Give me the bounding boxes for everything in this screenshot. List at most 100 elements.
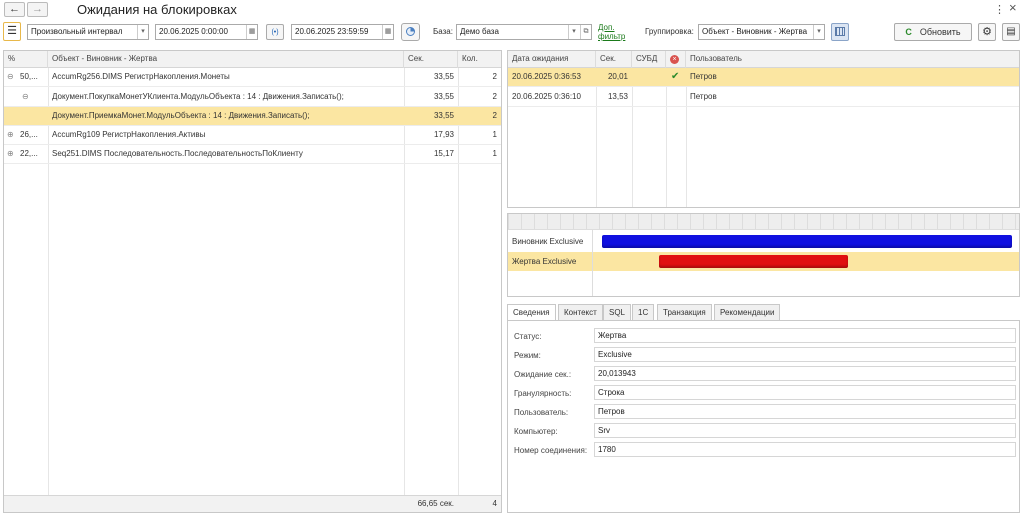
user-field[interactable]: Петров [594, 404, 1016, 419]
check-icon: ✔ [671, 71, 680, 82]
extra-filter-line1: Доп. [598, 23, 615, 32]
status-label: Статус: [514, 332, 542, 341]
expand-icon[interactable]: ⊕ [7, 145, 14, 163]
row-percent: 26,... [20, 130, 38, 139]
col-error[interactable]: × [666, 51, 686, 68]
timeline-row-victim[interactable]: Жертва Exclusive [508, 252, 1019, 271]
table-row[interactable]: ⊕ 26,... AccumRg109 РегистрНакопления.Ак… [4, 126, 501, 145]
status-field[interactable]: Жертва [594, 328, 1016, 343]
table-row[interactable]: ⊖ Документ.ПокупкаМонетУКлиента.МодульОб… [4, 88, 501, 107]
footer-count: 4 [492, 499, 497, 508]
grouping-select[interactable]: Объект - Виновник - Жертва ▾ [698, 24, 825, 40]
period-button[interactable]: (•) [266, 24, 284, 40]
row-sec: 33,55 [433, 111, 454, 120]
timeline-row-culprit[interactable]: Виновник Exclusive [508, 232, 1019, 251]
connection-field[interactable]: 1780 [594, 442, 1016, 457]
base-select[interactable]: Демо база ▾ ⧉ [456, 24, 592, 40]
waits-table[interactable]: Дата ожидания Сек. СУБД × Пользователь 2… [507, 50, 1020, 208]
col-percent[interactable]: % [4, 51, 48, 68]
row-object: Seq251.DIMS Последовательность.Последова… [52, 149, 303, 158]
refresh-button[interactable]: C Обновить [894, 23, 972, 41]
extra-filter-line2: фильтр [598, 32, 626, 41]
row-percent: 22,... [20, 149, 38, 158]
chevron-down-icon[interactable]: ▾ [568, 25, 579, 39]
tab-context[interactable]: Контекст [558, 304, 603, 320]
wait-date: 20.06.2025 0:36:53 [512, 72, 581, 81]
collapse-icon[interactable]: ⊖ [7, 68, 14, 86]
victim-bar[interactable] [659, 255, 848, 268]
collapse-icon[interactable]: ⊖ [22, 88, 29, 106]
settings-button[interactable]: ⚙ [978, 23, 996, 41]
col-sec[interactable]: Сек. [404, 51, 458, 68]
calendar-icon[interactable]: ▦ [382, 25, 393, 39]
col-wait-sec[interactable]: Сек. [596, 51, 632, 68]
details-body: Статус: Жертва Режим: Exclusive Ожидание… [507, 320, 1020, 513]
interval-value: Произвольный интервал [31, 27, 123, 36]
close-button[interactable]: × [1009, 0, 1017, 15]
table-row[interactable]: ⊕ 22,... Seq251.DIMS Последовательность.… [4, 145, 501, 164]
user-label: Пользователь: [514, 408, 569, 417]
col-wait-date[interactable]: Дата ожидания [508, 51, 596, 68]
wait-row-selected[interactable]: 20.06.2025 0:36:53 20,01 ✔ Петров [508, 68, 1019, 87]
granularity-label: Гранулярность: [514, 389, 572, 398]
calendar-icon[interactable]: ▦ [246, 25, 257, 39]
page-title: Ожидания на блокировках [77, 2, 237, 17]
date-to-field[interactable]: 20.06.2025 23:59:59 ▦ [291, 24, 394, 40]
kebab-icon: ⋮ [994, 4, 1005, 16]
tab-transaction[interactable]: Транзакция [657, 304, 712, 320]
forward-button[interactable]: → [27, 2, 48, 17]
col-object[interactable]: Объект - Виновник - Жертва [48, 51, 404, 68]
settings-grid-button[interactable] [831, 23, 849, 41]
row-object: AccumRg256.DIMS РегистрНакопления.Монеты [52, 72, 230, 81]
culprit-bar[interactable] [602, 235, 1012, 248]
tab-sql[interactable]: SQL [603, 304, 632, 320]
row-object: Документ.ПриемкаМонет.МодульОбъекта : 14… [52, 111, 310, 120]
pie-chart-icon [406, 27, 415, 36]
wait-sec-field[interactable]: 20,013943 [594, 366, 1016, 381]
back-button[interactable]: ← [4, 2, 25, 17]
tab-info[interactable]: Сведения [507, 304, 556, 321]
date-from-field[interactable]: 20.06.2025 0:00:00 ▦ [155, 24, 258, 40]
connection-label: Номер соединения: [514, 446, 588, 455]
base-label: База: [433, 27, 453, 36]
tab-recommendations[interactable]: Рекомендации [714, 304, 781, 320]
row-sec: 33,55 [433, 92, 454, 101]
row-sec: 15,17 [433, 149, 454, 158]
table-row-selected[interactable]: Документ.ПриемкаМонет.МодульОбъекта : 14… [4, 107, 501, 126]
lock-timeline: Виновник Exclusive Жертва Exclusive [507, 213, 1020, 297]
extra-filter-link[interactable]: Доп. фильтр [598, 23, 625, 41]
col-count[interactable]: Кол. [458, 51, 503, 68]
details-tabs: Сведения Контекст SQL 1С Транзакция Реко… [507, 304, 1020, 321]
refresh-icon: C [905, 27, 912, 37]
open-icon[interactable]: ⧉ [580, 25, 591, 39]
calculator-icon: ▤ [1006, 26, 1016, 37]
refresh-label: Обновить [919, 27, 961, 37]
row-count: 2 [492, 72, 497, 81]
wait-user: Петров [690, 92, 717, 101]
computer-field[interactable]: Srv [594, 423, 1016, 438]
interval-select[interactable]: Произвольный интервал ▾ [27, 24, 149, 40]
expand-icon[interactable]: ⊕ [7, 126, 14, 144]
calculator-button[interactable]: ▤ [1002, 23, 1020, 41]
table-row[interactable]: ⊖ 50,... AccumRg256.DIMS РегистрНакоплен… [4, 68, 501, 87]
waits-header: Дата ожидания Сек. СУБД × Пользователь [508, 51, 1019, 68]
locks-table[interactable]: % Объект - Виновник - Жертва Сек. Кол. ⊖… [3, 50, 502, 513]
wait-row[interactable]: 20.06.2025 0:36:10 13,53 Петров [508, 88, 1019, 107]
table-header: % Объект - Виновник - Жертва Сек. Кол. [4, 51, 501, 68]
mode-field[interactable]: Exclusive [594, 347, 1016, 362]
row-count: 2 [492, 111, 497, 120]
col-dbms[interactable]: СУБД [632, 51, 666, 68]
tab-1c[interactable]: 1С [632, 304, 655, 320]
more-menu-button[interactable]: ⋮ [994, 3, 1005, 16]
chart-button[interactable] [401, 23, 420, 41]
chevron-down-icon[interactable]: ▾ [813, 25, 824, 39]
timeline-label: Виновник Exclusive [512, 237, 584, 246]
col-user[interactable]: Пользователь [686, 51, 1021, 68]
grouping-value: Объект - Виновник - Жертва [702, 27, 808, 36]
footer-sec: 66,65 сек. [417, 499, 454, 508]
granularity-field[interactable]: Строка [594, 385, 1016, 400]
menu-button[interactable]: ☰ [3, 22, 21, 41]
chevron-down-icon[interactable]: ▾ [137, 25, 148, 39]
wait-sec-label: Ожидание сек.: [514, 370, 572, 379]
row-object: Документ.ПокупкаМонетУКлиента.МодульОбъе… [52, 92, 344, 101]
